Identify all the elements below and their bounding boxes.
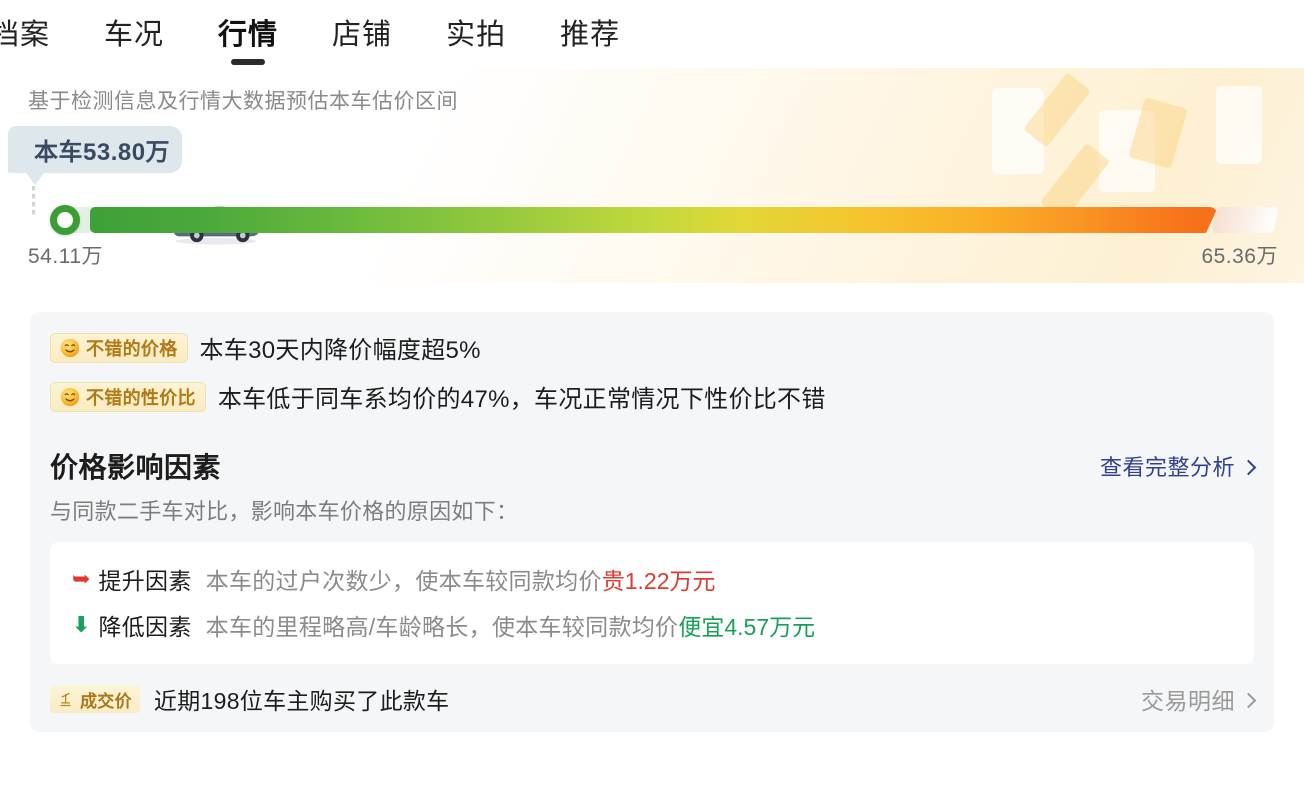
- view-full-analysis-link[interactable]: 查看完整分析: [1099, 450, 1257, 482]
- price-factors-header: 价格影响因素 查看完整分析: [30, 428, 1274, 486]
- nav-tab-shop[interactable]: 店铺: [332, 11, 392, 57]
- badge-deal-price: 成交价: [50, 685, 140, 713]
- nav-tab-photos[interactable]: 实拍: [446, 11, 506, 57]
- top-nav-bar: 档案 车况 行情 店铺 实拍 推荐: [0, 0, 1304, 68]
- nav-tab-label: 推荐: [560, 19, 621, 51]
- current-car-price-label: 本车53.80万: [34, 139, 171, 166]
- nav-tab-condition[interactable]: 车况: [104, 11, 164, 57]
- tagline-good-value: 不错的性价比 本车低于同车系均价的47%，车况正常情况下性价比不错: [30, 379, 1274, 414]
- price-range-hero: 基于检测信息及行情大数据预估本车估价区间 本车53.80万 54.11万 65.…: [0, 68, 1304, 283]
- factor-kind: 提升因素: [98, 568, 192, 594]
- factor-row: ➥ 提升因素 本车的过户次数少 ，使本车较同款均价 贵1.22万元: [50, 556, 1254, 602]
- factor-middle-text: ，使本车较同款均价: [468, 614, 679, 640]
- gavel-icon: [60, 692, 71, 706]
- market-analysis-card: 不错的价格 本车30天内降价幅度超5% 不错的性价比 本车低于同车系均价的47%…: [30, 312, 1274, 732]
- factor-row: ⬇ 降低因素 本车的里程略高/车龄略长 ，使本车较同款均价 便宜4.57万元: [50, 602, 1254, 648]
- nav-tab-market[interactable]: 行情: [218, 11, 279, 65]
- factor-middle-text: ，使本车较同款均价: [392, 568, 602, 594]
- current-car-price-bubble: 本车53.80万: [8, 126, 183, 173]
- nav-active-underline: [231, 59, 266, 65]
- nav-tab-label: 实拍: [446, 19, 507, 51]
- view-full-analysis-label: 查看完整分析: [1099, 455, 1235, 480]
- chevron-right-icon: [1240, 459, 1257, 475]
- transaction-details-label: 交易明细: [1141, 688, 1235, 714]
- section-title: 价格影响因素: [50, 452, 222, 483]
- price-range-max-label: 65.36万: [1201, 245, 1278, 268]
- transaction-details-link[interactable]: 交易明细: [1141, 682, 1257, 716]
- badge-label: 不错的性价比: [86, 387, 196, 408]
- tagline-good-price: 不错的价格 本车30天内降价幅度超5%: [30, 330, 1274, 365]
- badge-good-price: 不错的价格: [50, 332, 188, 363]
- smile-emoji-icon: [60, 387, 80, 406]
- badge-label: 成交价: [80, 691, 132, 711]
- tagline-text: 本车低于同车系均价的47%，车况正常情况下性价比不错: [217, 386, 826, 413]
- nav-tab-label: 行情: [218, 19, 279, 51]
- nav-tab-recommend[interactable]: 推荐: [560, 11, 620, 57]
- price-factors-list: ➥ 提升因素 本车的过户次数少 ，使本车较同款均价 贵1.22万元 ⬇ 降低因素…: [50, 542, 1254, 664]
- nav-tab-label: 店铺: [332, 19, 393, 51]
- smile-emoji-icon: [60, 338, 80, 357]
- factor-amount: 贵1.22万元: [601, 568, 716, 594]
- nav-tab-label: 车况: [104, 19, 165, 51]
- decorative-pattern: [884, 68, 1304, 228]
- badge-label: 不错的价格: [86, 338, 178, 359]
- factor-reason: 本车的过户次数少: [205, 568, 393, 594]
- factor-kind: 降低因素: [98, 614, 192, 640]
- price-range-min-label: 54.11万: [28, 245, 103, 268]
- arrow-up-icon: ➥: [72, 566, 91, 591]
- badge-good-value: 不错的性价比: [50, 381, 206, 412]
- section-description: 与同款二手车对比，影响本车价格的原因如下：: [50, 499, 519, 524]
- price-range-bar: [28, 205, 1279, 235]
- nav-tab-label: 档案: [0, 19, 51, 51]
- transaction-summary-text: 近期198位车主购买了此款车: [153, 688, 450, 714]
- bubble-tail: [26, 173, 44, 185]
- price-marker-handle[interactable]: [50, 205, 80, 235]
- factor-amount: 便宜4.57万元: [678, 614, 816, 640]
- hero-subtitle: 基于检测信息及行情大数据预估本车估价区间: [28, 90, 458, 113]
- price-bar-right-stub: [1211, 207, 1279, 233]
- factor-reason: 本车的里程略高/车龄略长: [205, 614, 469, 640]
- arrow-down-icon: ⬇: [72, 612, 91, 637]
- transaction-summary-row: 成交价 近期198位车主购买了此款车 交易明细: [30, 664, 1274, 732]
- tagline-text: 本车30天内降价幅度超5%: [199, 337, 481, 364]
- price-bar-gradient: [90, 207, 1218, 233]
- transaction-summary-left: 成交价 近期198位车主购买了此款车: [50, 682, 449, 716]
- nav-tab-archive[interactable]: 档案: [0, 11, 50, 57]
- chevron-right-icon: [1240, 692, 1257, 708]
